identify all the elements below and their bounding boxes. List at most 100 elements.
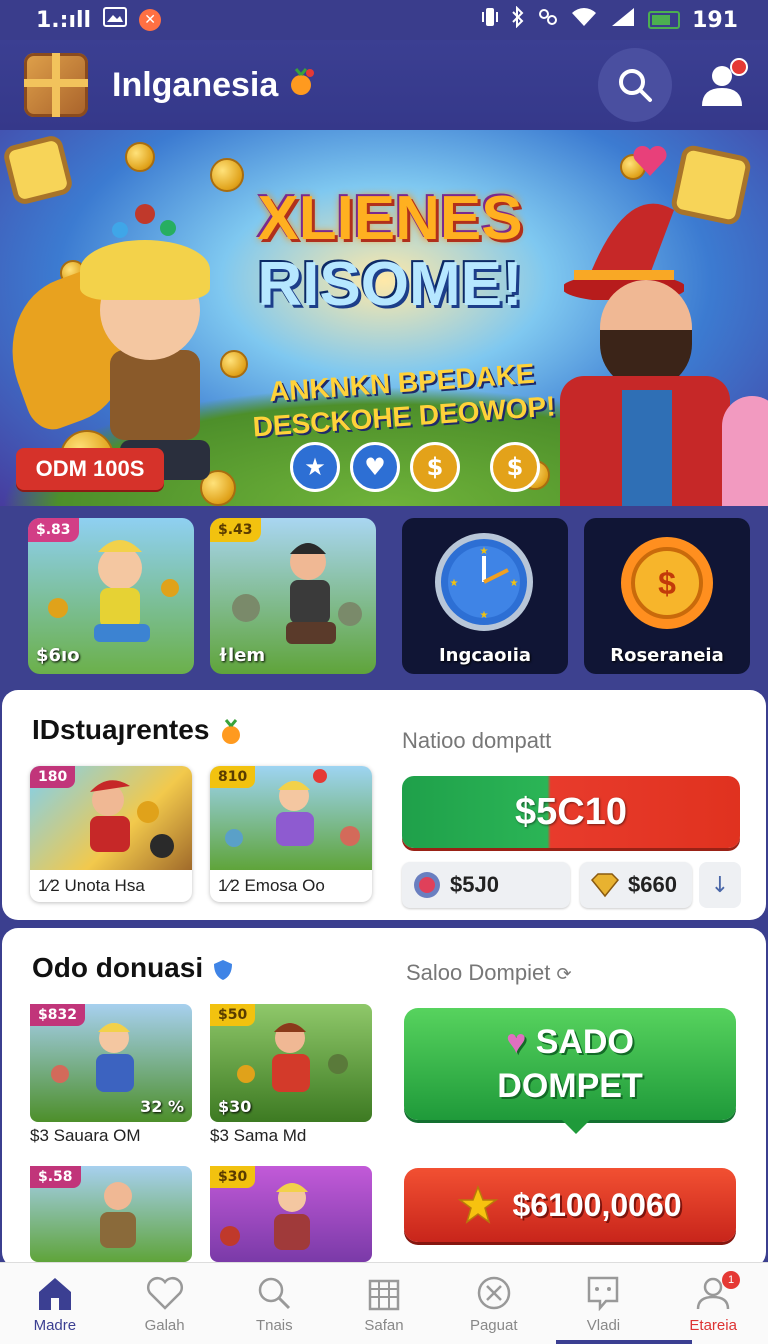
red-amount-button[interactable]: $6100,0060 bbox=[404, 1168, 736, 1242]
refresh-icon[interactable]: ⟳ bbox=[556, 964, 571, 984]
game-art: $50 $30 bbox=[210, 1004, 372, 1122]
game-caption: $3 Sauara OM bbox=[30, 1126, 141, 1145]
nav-item-chat[interactable]: Vladi bbox=[549, 1263, 659, 1344]
nav-label: Paguat bbox=[469, 1317, 518, 1334]
nav-item-search[interactable]: Tnais bbox=[219, 1263, 329, 1344]
app-header: Inlganesia bbox=[0, 40, 768, 130]
red-button-value: $6100,0060 bbox=[512, 1186, 682, 1223]
heart-icon bbox=[145, 1273, 185, 1313]
section-card-1: IDstuaȷrentes Natioo dompatt 180 1⁄2 Uno… bbox=[2, 690, 766, 920]
nav-item-building[interactable]: Safan bbox=[329, 1263, 439, 1344]
game-name: 1⁄2 Emosa Oo bbox=[218, 876, 325, 895]
tile-label: ɫlem bbox=[218, 645, 266, 666]
nav-label: Galah bbox=[144, 1317, 185, 1334]
tile-label: $6ıo bbox=[36, 645, 80, 666]
star-icon: ★ bbox=[290, 442, 340, 492]
notification-dot bbox=[730, 58, 748, 76]
game-tag: 810 bbox=[210, 766, 256, 788]
feature-tiles: $.83 $6ıo $.43 ɫlem ★ ★ ★ ★ Ingcaoıia $ … bbox=[0, 506, 768, 690]
heart-icon: ♥ bbox=[506, 1023, 527, 1061]
hero-hair bbox=[80, 240, 210, 300]
app-title: Inlganesia bbox=[112, 65, 279, 104]
promo-banner[interactable]: XLIENES RISOME! ★ ♥ $ $ ANKNKN BPEDAKE D… bbox=[0, 130, 768, 506]
sun-coin-icon: $ bbox=[621, 537, 713, 629]
diamond-icon bbox=[590, 873, 620, 898]
signal-text: 1.:ıll bbox=[36, 7, 92, 33]
star-icon bbox=[458, 1185, 499, 1224]
close-circle-icon bbox=[474, 1273, 514, 1313]
bluetooth-icon bbox=[510, 5, 526, 34]
game-card[interactable]: $30 bbox=[210, 1166, 372, 1262]
building-icon bbox=[364, 1273, 404, 1313]
banner-title-line2: RISOME! bbox=[257, 250, 523, 319]
game-tag: $50 bbox=[210, 1004, 256, 1026]
balance-chip-2[interactable]: $660 bbox=[580, 862, 692, 908]
svg-text:★: ★ bbox=[480, 610, 489, 621]
wizard-vest bbox=[622, 390, 672, 506]
notification-close-icon: ✕ bbox=[139, 9, 162, 31]
image-icon bbox=[103, 7, 128, 33]
chat-icon bbox=[583, 1273, 623, 1313]
svg-text:$: $ bbox=[658, 565, 676, 601]
game-bottom-tag: $30 bbox=[218, 1097, 252, 1116]
tile-corner-tag: $.43 bbox=[210, 518, 261, 542]
section-title: IDstuaȷrentes bbox=[32, 714, 245, 746]
tile-game-2[interactable]: $.43 ɫlem bbox=[210, 518, 376, 674]
green-button-line2: DOMPET bbox=[497, 1067, 643, 1105]
fruit-icon bbox=[222, 718, 241, 744]
tile-corner-tag: $.83 bbox=[28, 518, 79, 542]
game-card[interactable]: $50 $30 $3 Sama Md bbox=[210, 1004, 372, 1146]
game-name: 1⁄2 Unota Hsa bbox=[38, 876, 145, 895]
arrow-down-icon[interactable]: ↓ bbox=[699, 862, 741, 908]
tile-game-1[interactable]: $.83 $6ıo bbox=[28, 518, 194, 674]
crown-icon bbox=[110, 200, 180, 240]
game-art: 810 bbox=[210, 766, 372, 870]
game-tag: 180 bbox=[30, 766, 76, 788]
balance-amount-button[interactable]: $5C10 bbox=[402, 776, 740, 848]
game-card[interactable]: $.58 bbox=[30, 1166, 192, 1262]
game-caption: $3 Sama Md bbox=[210, 1126, 307, 1145]
status-left: 1.:ıll ✕ bbox=[36, 7, 162, 33]
tile-clock[interactable]: ★ ★ ★ ★ Ingcaoıia bbox=[402, 518, 568, 674]
nav-item-account[interactable]: 1 Etareia bbox=[658, 1263, 768, 1344]
banner-badge[interactable]: ODM 100S bbox=[16, 448, 164, 490]
status-right: 191 bbox=[482, 5, 738, 34]
wifi-icon bbox=[570, 6, 598, 34]
svg-text:★: ★ bbox=[510, 578, 519, 589]
profile-button[interactable] bbox=[700, 58, 748, 110]
nav-item-favorites[interactable]: Galah bbox=[110, 1263, 220, 1344]
balance-chip-1[interactable]: $5J0 bbox=[402, 862, 570, 908]
nav-label: Madre bbox=[33, 1317, 77, 1334]
heart-icon: ♥ bbox=[350, 442, 400, 492]
search-icon bbox=[254, 1273, 294, 1313]
game-art: 180 bbox=[30, 766, 192, 870]
banner-title: XLIENES RISOME! bbox=[200, 186, 580, 318]
nav-label: Etareia bbox=[689, 1317, 737, 1334]
vibrate-icon bbox=[482, 6, 499, 34]
tile-coin[interactable]: $ Roseraneia bbox=[584, 518, 750, 674]
search-button[interactable] bbox=[598, 48, 672, 122]
game-tag: $30 bbox=[210, 1166, 256, 1188]
section-title: Odo donuasi bbox=[32, 952, 235, 984]
nav-item-cancel[interactable]: Paguat bbox=[439, 1263, 549, 1344]
home-indicator bbox=[556, 1340, 692, 1344]
section-title-text: Odo donuasi bbox=[32, 952, 204, 983]
banner-title-line1: XLIENES bbox=[257, 184, 523, 253]
app-logo[interactable] bbox=[24, 53, 88, 117]
hero-character-right bbox=[560, 280, 740, 506]
coin-icon: $ bbox=[490, 442, 540, 492]
game-card[interactable]: 810 1⁄2 Emosa Oo bbox=[210, 766, 372, 902]
game-card[interactable]: 180 1⁄2 Unota Hsa bbox=[30, 766, 192, 902]
game-art: $30 bbox=[210, 1166, 372, 1262]
side-character bbox=[722, 396, 768, 506]
shield-icon bbox=[213, 959, 232, 980]
nav-label: Vladi bbox=[586, 1317, 621, 1334]
game-card[interactable]: $832 32 % $3 Sauara OM bbox=[30, 1004, 192, 1146]
tile-label: Roseraneia bbox=[610, 645, 724, 666]
home-icon bbox=[35, 1273, 75, 1313]
banner-icon-row: ★ ♥ $ $ bbox=[290, 442, 540, 492]
tile-label: Ingcaoıia bbox=[438, 645, 532, 666]
hero-body bbox=[110, 350, 200, 440]
saldo-dompet-button[interactable]: ♥ SADO DOMPET bbox=[404, 1008, 736, 1134]
nav-item-home[interactable]: Madre bbox=[0, 1263, 110, 1344]
